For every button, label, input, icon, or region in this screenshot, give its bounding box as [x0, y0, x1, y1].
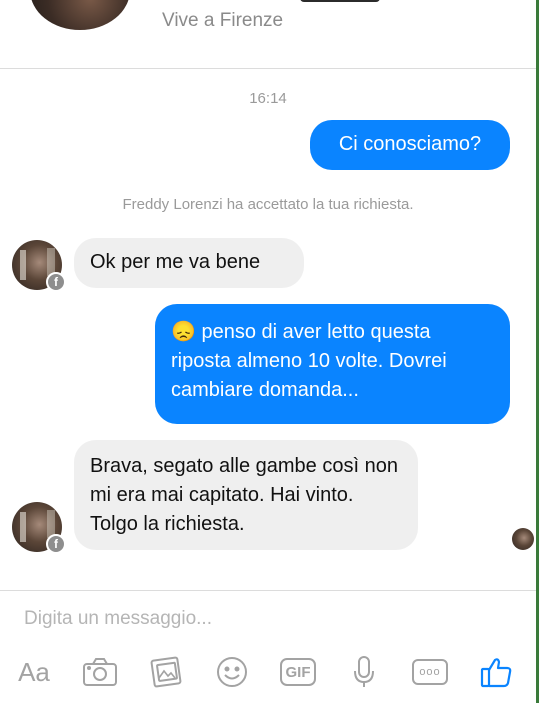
text-format-button[interactable]: Aa [14, 650, 54, 694]
more-label: ooo [412, 659, 448, 685]
composer-divider [0, 590, 536, 591]
message-timestamp: 16:14 [249, 90, 287, 107]
contact-name-cropped [300, 0, 380, 2]
gif-label: GIF [280, 658, 316, 686]
message-text: Ok per me va bene [90, 251, 261, 273]
conversation-header: Vive a Firenze [0, 0, 536, 69]
outgoing-message[interactable]: Ci conosciamo? [310, 120, 510, 170]
message-input[interactable]: Digita un messaggio... [24, 608, 212, 630]
message-text: Ci conosciamo? [338, 133, 482, 155]
more-icon[interactable]: ooo [410, 650, 450, 694]
sad-face-emoji: 😞 [171, 321, 196, 343]
gallery-icon[interactable] [146, 650, 186, 694]
camera-icon[interactable] [80, 650, 120, 694]
composer-toolbar: Aa GIF ooo [0, 650, 536, 696]
message-text: Brava, segato alle gambe così non mi era… [90, 455, 398, 535]
incoming-message[interactable]: Brava, segato alle gambe così non mi era… [74, 440, 418, 550]
microphone-icon[interactable] [346, 650, 382, 694]
facebook-badge-icon: f [46, 272, 66, 292]
message-text: penso di aver letto questa riposta almen… [171, 321, 447, 401]
system-message: Freddy Lorenzi ha accettato la tua richi… [122, 196, 414, 213]
contact-avatar[interactable] [30, 0, 130, 30]
contact-location: Vive a Firenze [162, 10, 284, 31]
gif-icon[interactable]: GIF [276, 650, 320, 694]
incoming-message[interactable]: Ok per me va bene [74, 238, 304, 288]
outgoing-message[interactable]: 😞 penso di aver letto questa riposta alm… [155, 304, 510, 424]
emoji-icon[interactable] [212, 650, 252, 694]
seen-avatar-indicator [512, 528, 534, 550]
facebook-badge-icon: f [46, 534, 66, 554]
like-icon[interactable] [476, 650, 516, 694]
